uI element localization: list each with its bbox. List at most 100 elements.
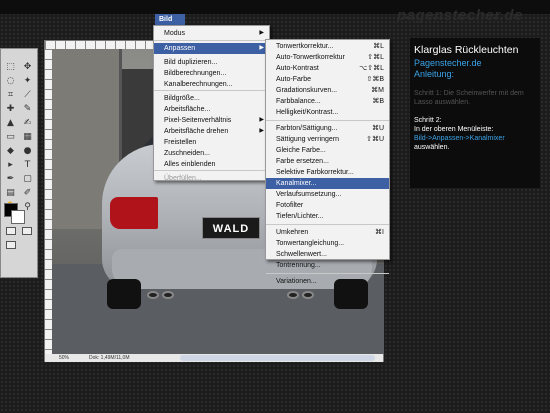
bild-menu-item-anpassen[interactable]: Anpassen ▶ [154,43,269,54]
anpassen-item-auto-kontrast[interactable]: Auto-Kontrast ⌥⇧⌘L [266,63,389,74]
menu-item-label: Kanalberechnungen... [164,81,233,88]
menu-separator [266,224,389,225]
menu-item-label: Gleiche Farbe... [276,147,326,154]
tutorial-guide-label: Anleitung: [414,69,455,79]
menu-item-label: Farbton/Sättigung... [276,125,338,132]
exhaust-pipe [302,291,314,299]
background-color-swatch[interactable] [11,210,25,224]
marquee-tool-icon[interactable]: ⬚ [4,61,17,73]
menu-separator [154,90,269,91]
menu-item-label: Verlaufsumsetzung... [276,191,342,198]
healing-tool-icon[interactable]: ✚ [4,103,17,115]
bild-menu-item-zuschneiden[interactable]: Zuschneiden... [154,148,269,159]
pen-tool-icon[interactable]: ✒ [4,173,17,185]
anpassen-item-verlaufsumsetzung[interactable]: Verlaufsumsetzung... [266,189,389,200]
menu-item-shortcut: ⌘U [371,125,384,132]
crop-tool-icon[interactable]: ⌗ [4,89,17,101]
menu-separator [154,40,269,41]
menu-bild[interactable]: Bild [155,14,185,25]
anpassen-item-sättigung-verringern[interactable]: Sättigung verringern ⇧⌘U [266,134,389,145]
submenu-arrow-icon: ▶ [259,45,264,51]
anpassen-item-tonwertkorrektur[interactable]: Tonwertkorrektur... ⌘L [266,41,389,52]
menu-item-label: Überfüllen... [164,175,202,182]
bild-menu-item-arbeitsfl-che[interactable]: Arbeitsfläche... [154,104,269,115]
bild-menu-item-pixel-seitenverh-ltnis[interactable]: Pixel-Seitenverhältnis ▶ [154,115,269,126]
notes-tool-icon[interactable]: ▤ [4,187,17,199]
menu-item-label: Bild duplizieren... [164,59,218,66]
anpassen-item-helligkeit-kontrast[interactable]: Helligkeit/Kontrast... [266,107,389,118]
anpassen-item-umkehren[interactable]: Umkehren ⌘I [266,227,389,238]
menu-item-label: Umkehren [276,229,309,236]
menu-separator [266,120,389,121]
menu-item-label: Arbeitsfläche... [164,106,211,113]
anpassen-item-fotofilter[interactable]: Fotofilter [266,200,389,211]
bild-menu-item-kanalberechnungen[interactable]: Kanalberechnungen... [154,79,269,90]
menu-item-label: Tiefen/Lichter... [276,213,324,220]
menu-item-shortcut: ⌘I [375,229,384,236]
tutorial-step2-end: auswählen. [414,144,450,151]
menu-separator [266,273,389,274]
menu-item-label: Farbe ersetzen... [276,158,329,165]
anpassen-item-variationen[interactable]: Variationen... [266,276,389,287]
bild-menu-item-bildberechnungen[interactable]: Bildberechnungen... [154,68,269,79]
tutorial-site[interactable]: Pagenstecher.de [414,58,482,68]
bild-menu-item-alles-einblenden[interactable]: Alles einblenden [154,159,269,170]
bild-menu-item-modus[interactable]: Modus ▶ [154,28,269,39]
menu-item-label: Sättigung verringern [276,136,340,143]
document-size: Dok: 1,49M/11,0M [89,355,130,361]
standard-mode-icon[interactable] [6,227,16,235]
menu-item-label: Schwellenwert... [276,251,327,258]
bild-menu-item-bild-duplizieren[interactable]: Bild duplizieren... [154,57,269,68]
tutorial-step1: Schritt 1: Die Scheinwerfer mit dem Lass… [414,90,524,106]
zoom-level[interactable]: 50% [59,354,69,362]
eraser-tool-icon[interactable]: ▭ [4,131,17,143]
anpassen-item-schwellenwert[interactable]: Schwellenwert... [266,249,389,260]
anpassen-item-selektive-farbkorrektur[interactable]: Selektive Farbkorrektur... [266,167,389,178]
quickmask-mode-icon[interactable] [22,227,32,235]
anpassen-item-gradationskurven[interactable]: Gradationskurven... ⌘M [266,85,389,96]
submenu-arrow-icon: ▶ [259,128,264,134]
lasso-tool-icon[interactable]: ◌ [4,75,17,87]
anpassen-item-tontrennung[interactable]: Tontrennung... [266,260,389,271]
menu-item-label: Arbeitsfläche drehen [164,128,229,135]
menu-item-label: Helligkeit/Kontrast... [276,109,339,116]
anpassen-item-auto-farbe[interactable]: Auto-Farbe ⇧⌘B [266,74,389,85]
bild-menu-item-arbeitsfl-che-drehen[interactable]: Arbeitsfläche drehen ▶ [154,126,269,137]
dodge-tool-icon[interactable]: ● [21,145,34,157]
screen-mode-icon[interactable] [6,241,16,249]
path-selection-icon[interactable]: ▸ [4,159,17,171]
brush-tool-icon[interactable]: ✎ [21,103,34,115]
horizontal-scrollbar[interactable] [180,355,375,361]
anpassen-item-tonwertangleichung[interactable]: Tonwertangleichung... [266,238,389,249]
menu-item-shortcut: ⇧⌘B [366,76,384,83]
anpassen-item-farbe-ersetzen[interactable]: Farbe ersetzen... [266,156,389,167]
anpassen-item-kanalmixer[interactable]: Kanalmixer... [266,178,389,189]
slice-tool-icon[interactable]: ⟋ [21,89,34,101]
license-plate: WALD [202,217,260,239]
brand-logo: pagenstecher.de [397,7,523,24]
anpassen-item-farbbalance[interactable]: Farbbalance... ⌘B [266,96,389,107]
bild-menu-item-berf-llen: Überfüllen... [154,173,269,184]
submenu-arrow-icon: ▶ [259,117,264,123]
menu-item-label: Tonwertkorrektur... [276,43,334,50]
eyedropper-tool-icon[interactable]: ✐ [21,187,34,199]
anpassen-item-tiefen-lichter[interactable]: Tiefen/Lichter... [266,211,389,222]
stamp-tool-icon[interactable]: ▲ [4,117,17,129]
shape-tool-icon[interactable]: ▢ [21,173,34,185]
anpassen-item-gleiche-farbe[interactable]: Gleiche Farbe... [266,145,389,156]
submenu-arrow-icon: ▶ [259,30,264,36]
text-tool-icon[interactable]: T [21,159,34,171]
history-brush-icon[interactable]: ✍ [21,117,34,129]
magic-wand-tool-icon[interactable]: ✦ [21,75,34,87]
blur-tool-icon[interactable]: ◆ [4,145,17,157]
bild-menu-item-freistellen[interactable]: Freistellen [154,137,269,148]
menu-item-label: Auto-Tonwertkorrektur [276,54,345,61]
move-tool-icon[interactable]: ✥ [21,61,34,73]
gradient-tool-icon[interactable]: ▦ [21,131,34,143]
menu-item-label: Variationen... [276,278,317,285]
menu-item-shortcut: ⌘B [372,98,384,105]
anpassen-item-farbton-sättigung[interactable]: Farbton/Sättigung... ⌘U [266,123,389,134]
menu-item-label: Fotofilter [276,202,304,209]
anpassen-item-auto-tonwertkorrektur[interactable]: Auto-Tonwertkorrektur ⇧⌘L [266,52,389,63]
bild-menu-item-bildgr-e[interactable]: Bildgröße... [154,93,269,104]
